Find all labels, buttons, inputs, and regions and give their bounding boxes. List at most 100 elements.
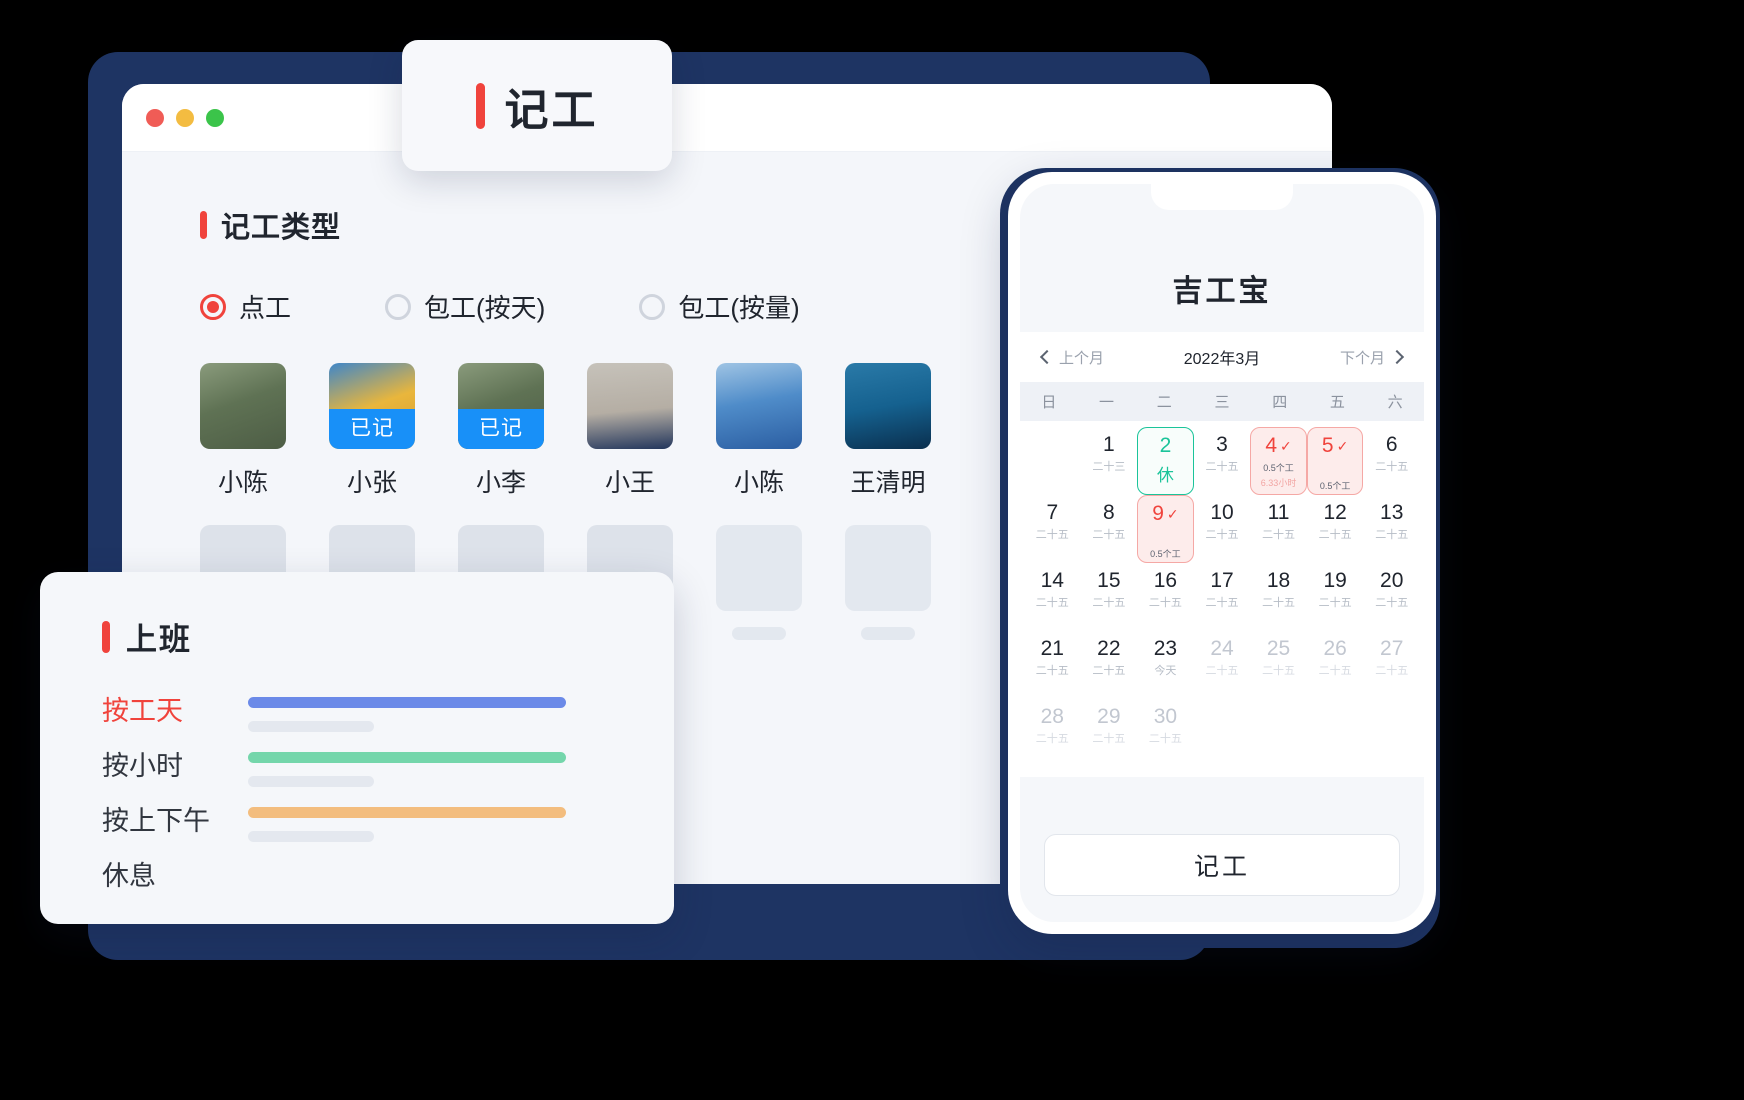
- radio-option-bao-gong-qty[interactable]: 包工(按量): [639, 288, 800, 325]
- next-month-button[interactable]: 下个月: [1340, 347, 1405, 368]
- floating-tab-card-jigong[interactable]: 记工: [402, 40, 672, 171]
- calendar-day-cell[interactable]: 7 二十五: [1024, 495, 1081, 563]
- calendar-day-cell[interactable]: 29 二十五: [1081, 699, 1138, 767]
- progress-bar-primary: [248, 752, 566, 763]
- calendar-day-cell[interactable]: 27 二十五: [1363, 631, 1420, 699]
- worker-card[interactable]: 小陈: [716, 363, 802, 499]
- record-work-button[interactable]: 记工: [1044, 834, 1400, 896]
- day-number: 26: [1323, 637, 1347, 660]
- calendar-day-cell[interactable]: 3 二十五: [1194, 427, 1251, 495]
- calendar-day-cell[interactable]: 18 二十五: [1250, 563, 1307, 631]
- avatar: 已记: [329, 363, 415, 449]
- day-number: 16: [1153, 569, 1178, 592]
- day-number-row: 17: [1210, 569, 1233, 593]
- radio-label: 点工: [239, 293, 292, 323]
- day-number-row: 5 ✓: [1322, 434, 1348, 458]
- weekday-label: 三: [1214, 394, 1230, 411]
- day-number-row: 12: [1323, 501, 1346, 525]
- radio-option-dian-gong[interactable]: 点工: [200, 288, 291, 325]
- day-number-row: 20: [1380, 569, 1403, 593]
- calendar-day-cell[interactable]: 1 二十三: [1081, 427, 1138, 495]
- calendar-day-cell[interactable]: 8 二十五: [1081, 495, 1138, 563]
- calendar-day-cell[interactable]: 25 二十五: [1250, 631, 1307, 699]
- calendar-day-cell[interactable]: 23 今天: [1137, 631, 1194, 699]
- calendar-day-cell[interactable]: 2休: [1137, 427, 1194, 495]
- worker-card[interactable]: 已记 小李: [458, 363, 544, 499]
- screenshot-stage: 记工类型 点工 包工(按天) 包工(按量) 小陈 已记 小张 已记 小李 小王 …: [0, 0, 1744, 1100]
- calendar-day-cell[interactable]: 6 二十五: [1363, 427, 1420, 495]
- calendar-day-cell[interactable]: 16 二十五: [1137, 563, 1194, 631]
- placeholder-item: [845, 525, 931, 640]
- calendar-day-cell[interactable]: 17 二十五: [1194, 563, 1251, 631]
- calendar-day-cell[interactable]: 11 二十五: [1250, 495, 1307, 563]
- progress-bar-secondary: [248, 721, 374, 732]
- day-sublabel: 二十五: [1035, 665, 1069, 677]
- day-sublabel: 二十三: [1092, 461, 1126, 473]
- worker-card[interactable]: 王清明: [845, 363, 931, 499]
- worker-name: 小陈: [217, 469, 268, 497]
- day-number-row: 4 ✓: [1265, 434, 1291, 458]
- shift-option-halfday[interactable]: 按上下午: [102, 797, 674, 842]
- worker-card[interactable]: 已记 小张: [329, 363, 415, 499]
- calendar-day-cell[interactable]: 19 二十五: [1307, 563, 1364, 631]
- recorded-badge: 已记: [458, 409, 544, 449]
- day-sublabel: 二十五: [1262, 529, 1296, 541]
- day-number-row: 24: [1210, 637, 1233, 661]
- day-number-row: 10: [1210, 501, 1233, 525]
- minimize-window-icon[interactable]: [176, 108, 194, 127]
- shift-option-gongtian[interactable]: 按工天: [102, 687, 674, 732]
- calendar-day-cell[interactable]: 15 二十五: [1081, 563, 1138, 631]
- calendar-month-nav: 上个月 2022年3月 下个月: [1020, 332, 1424, 382]
- progress-bar-primary: [248, 807, 566, 818]
- day-number: 6: [1385, 433, 1398, 456]
- calendar-day-cell[interactable]: 21 二十五: [1024, 631, 1081, 699]
- calendar-day-cell[interactable]: 10 二十五: [1194, 495, 1251, 563]
- check-icon: ✓: [1336, 437, 1349, 454]
- day-number: 24: [1210, 637, 1234, 660]
- calendar-day-cell[interactable]: 5 ✓ 0.5个工: [1306, 427, 1364, 495]
- calendar-day-cell[interactable]: 24 二十五: [1194, 631, 1251, 699]
- shift-option-rest[interactable]: 休息: [102, 852, 674, 893]
- maximize-window-icon[interactable]: [206, 108, 224, 127]
- day-note: 休: [1156, 466, 1174, 485]
- worker-card[interactable]: 小陈: [200, 363, 286, 499]
- day-number-row: 16: [1154, 569, 1177, 593]
- radio-label: 包工(按量): [678, 293, 800, 323]
- close-window-icon[interactable]: [146, 108, 164, 127]
- calendar-day-grid: 1 二十三 2 休 3 二十五 4 ✓ 0.5个工 6.33小时 5 ✓ 0.5个工 6 二十五 7 二十五 8 二…: [1020, 421, 1424, 777]
- day-number-row: 18: [1267, 569, 1290, 593]
- progress-bar-primary: [248, 697, 566, 708]
- day-number: 23: [1153, 637, 1178, 660]
- calendar-day-cell[interactable]: 12 二十五: [1307, 495, 1364, 563]
- calendar-day-cell[interactable]: 22 二十五: [1081, 631, 1138, 699]
- calendar-day-cell[interactable]: 28 二十五: [1024, 699, 1081, 767]
- shift-option-hour[interactable]: 按小时: [102, 742, 674, 787]
- day-sublabel: 二十五: [1262, 597, 1296, 609]
- placeholder-item: [716, 525, 802, 640]
- shift-card-title: 上班: [126, 622, 192, 657]
- shift-option-label: 按小时: [102, 751, 183, 781]
- day-number-row: 7: [1046, 501, 1058, 525]
- calendar-day-cell[interactable]: 9 ✓ 0.5个工: [1137, 495, 1194, 563]
- day-number: 5: [1321, 434, 1334, 457]
- prev-month-button[interactable]: 上个月: [1039, 347, 1104, 368]
- calendar-weekday-header: 日 一 二 三 四 五 六: [1020, 382, 1424, 421]
- day-number: 9: [1152, 502, 1164, 525]
- calendar-day-cell[interactable]: 13 二十五: [1363, 495, 1420, 563]
- worker-name: 王清明: [850, 469, 926, 497]
- worker-name: 小陈: [733, 469, 784, 497]
- worker-card[interactable]: 小王: [587, 363, 673, 499]
- day-number: 21: [1040, 637, 1064, 660]
- calendar-day-cell[interactable]: 30 二十五: [1137, 699, 1194, 767]
- shift-option-list: 按工天 按小时 按上下午 休息: [102, 687, 674, 893]
- day-sublabel: 二十五: [1092, 665, 1126, 677]
- calendar-day-cell[interactable]: 4 ✓ 0.5个工 6.33小时: [1250, 427, 1307, 495]
- radio-option-bao-gong-day[interactable]: 包工(按天): [385, 288, 545, 325]
- calendar-day-cell[interactable]: 20 二十五: [1363, 563, 1420, 631]
- day-number: 13: [1380, 501, 1404, 524]
- radio-icon: [200, 293, 226, 320]
- calendar-day-cell[interactable]: 14 二十五: [1024, 563, 1081, 631]
- day-number: 3: [1216, 433, 1228, 456]
- day-note-secondary: 6.33小时: [1260, 478, 1297, 488]
- calendar-day-cell[interactable]: 26 二十五: [1307, 631, 1364, 699]
